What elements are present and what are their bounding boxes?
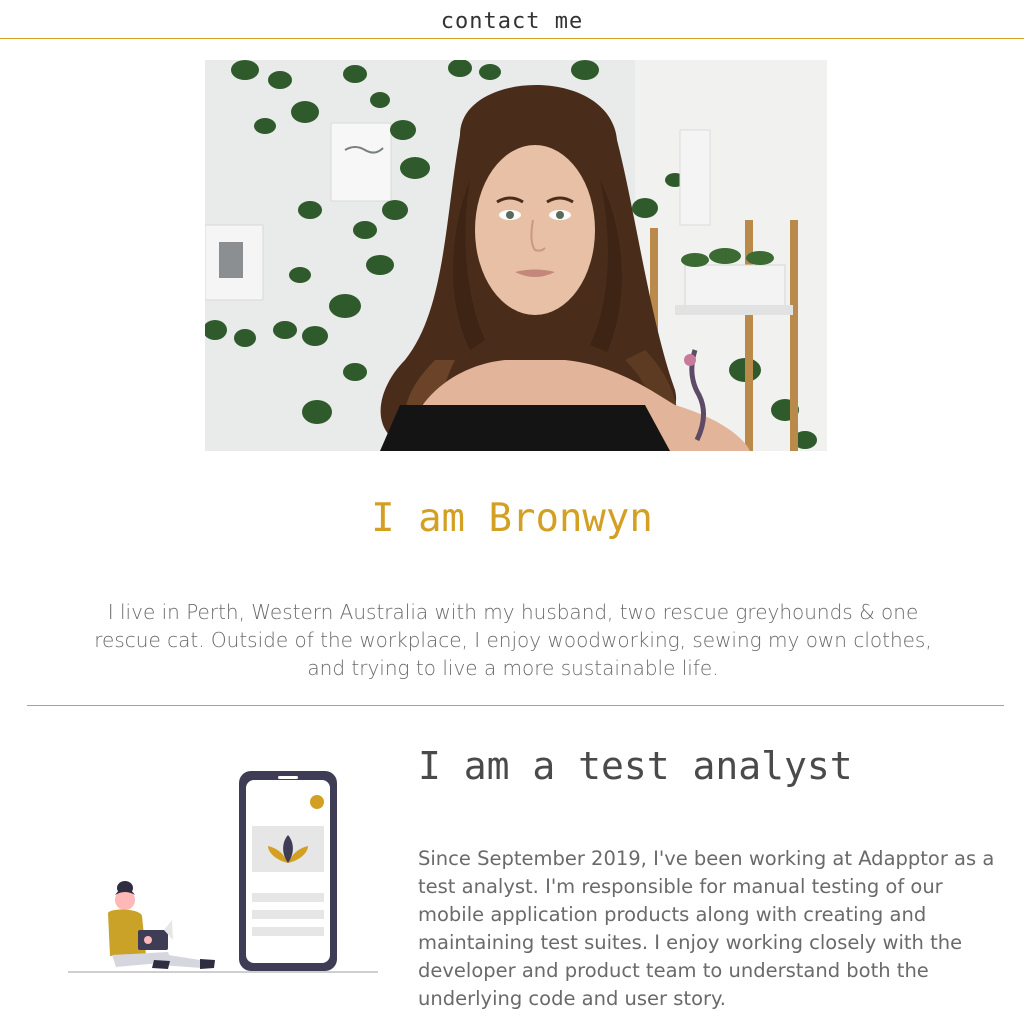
contact-me-link[interactable]: contact me — [0, 9, 1024, 34]
intro-text: I live in Perth, Western Australia with … — [94, 600, 932, 680]
portrait-photo — [205, 60, 827, 451]
section-divider — [27, 705, 1004, 706]
work-title: I am a test analyst — [418, 744, 853, 788]
top-nav: contact me — [0, 0, 1024, 39]
intro-title: I am Bronwyn — [371, 496, 653, 541]
phone-user-illustration — [60, 760, 390, 990]
work-text: Since September 2019, I've been working … — [418, 847, 995, 1010]
